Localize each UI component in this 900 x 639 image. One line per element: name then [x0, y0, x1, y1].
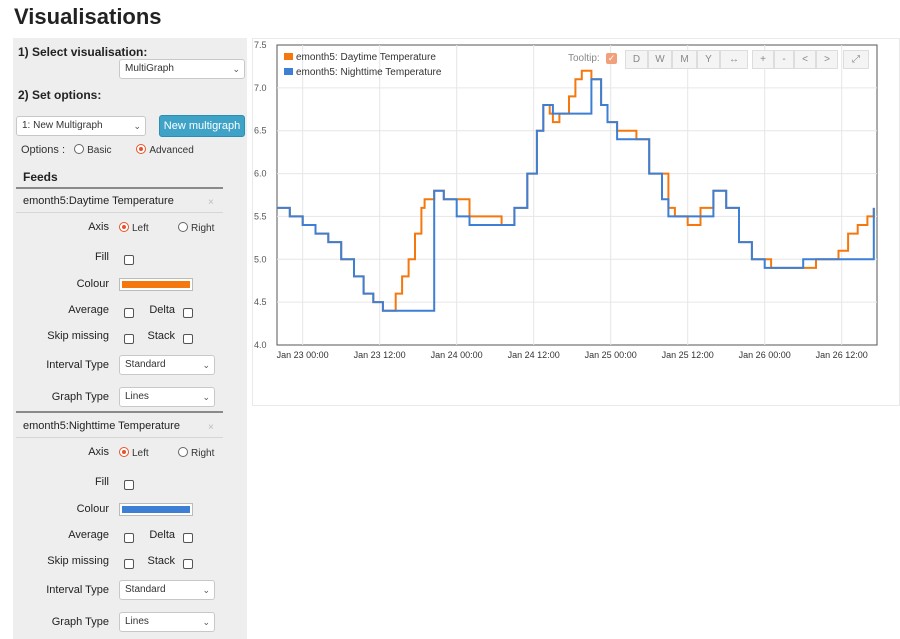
radio-selected-icon[interactable]	[119, 447, 129, 457]
tooltip-checkbox[interactable]: ✓	[606, 53, 617, 64]
options-label: Options :	[21, 144, 66, 156]
multigraph-select-value: 1: New Multigraph	[22, 120, 103, 131]
radio-selected-icon[interactable]	[136, 144, 147, 154]
multigraph-select[interactable]: 1: New Multigraph ⌄	[16, 116, 146, 136]
chevron-down-icon: ⌄	[202, 360, 210, 370]
stack-checkbox[interactable]	[183, 334, 193, 344]
options-panel: 1) Select visualisation: MultiGraph ⌄ 2)…	[13, 38, 247, 639]
visualisation-select-value: MultiGraph	[125, 63, 174, 74]
chevron-down-icon: ⌄	[232, 64, 240, 74]
feeds-divider	[16, 187, 223, 189]
year-button[interactable]: Y	[697, 50, 720, 69]
option-advanced[interactable]: Advanced	[136, 144, 194, 156]
graph-type-label: Graph Type	[51, 616, 109, 628]
delta-label: Delta	[149, 529, 175, 541]
zoom-out-button[interactable]: -	[774, 50, 794, 69]
chevron-down-icon: ⌄	[202, 585, 210, 595]
graph-type-select[interactable]: Lines ⌄	[119, 387, 215, 407]
delta-checkbox[interactable]	[183, 533, 193, 543]
step1-label: 1) Select visualisation:	[18, 45, 148, 59]
feeds-divider	[16, 411, 223, 413]
chevron-down-icon: ⌄	[202, 392, 210, 402]
delta-label: Delta	[149, 304, 175, 316]
colour-label: Colour	[76, 503, 109, 515]
options-row: Options : Basic Advanced	[21, 144, 216, 156]
chevron-down-icon: ⌄	[202, 617, 210, 627]
feed-name: emonth5:Daytime Temperature	[23, 195, 174, 207]
interval-type-label: Interval Type	[46, 359, 109, 371]
visualisation-select[interactable]: MultiGraph ⌄	[119, 59, 245, 79]
legend-item[interactable]: emonth5: Nighttime Temperature	[284, 65, 441, 80]
interval-type-select[interactable]: Standard ⌄	[119, 355, 215, 375]
option-basic[interactable]: Basic	[74, 144, 114, 156]
tooltip-label: Tooltip:	[568, 53, 600, 64]
axis-left-radio[interactable]: Left	[119, 447, 149, 459]
axis-right-radio[interactable]: Right	[178, 447, 214, 459]
feed-divider	[16, 212, 223, 213]
axis-label: Axis	[88, 446, 109, 458]
zoom-in-button[interactable]: +	[752, 50, 774, 69]
feed-name: emonth5:Nighttime Temperature	[23, 420, 180, 432]
page-title: Visualisations	[14, 4, 162, 29]
radio-icon[interactable]	[178, 447, 188, 457]
radio-icon[interactable]	[74, 144, 85, 154]
new-multigraph-button[interactable]: New multigraph	[159, 115, 245, 137]
chart-legend: emonth5: Daytime Temperature emonth5: Ni…	[284, 50, 441, 80]
axis-label: Axis	[88, 221, 109, 233]
graph-type-value: Lines	[125, 391, 149, 402]
radio-selected-icon[interactable]	[119, 222, 129, 232]
month-button[interactable]: M	[672, 50, 697, 69]
interval-type-value: Standard	[125, 359, 166, 370]
pan-left-button[interactable]: <	[794, 50, 816, 69]
pan-right-button[interactable]: >	[816, 50, 838, 69]
week-button[interactable]: W	[648, 50, 672, 69]
close-icon[interactable]: ×	[208, 197, 214, 208]
colour-swatch[interactable]	[119, 503, 193, 516]
legend-swatch	[284, 68, 293, 75]
fill-checkbox[interactable]	[124, 480, 134, 490]
delta-checkbox[interactable]	[183, 308, 193, 318]
colour-fill	[122, 506, 190, 513]
chevron-down-icon: ⌄	[133, 121, 141, 131]
graph-type-label: Graph Type	[51, 391, 109, 403]
axis-left-radio[interactable]: Left	[119, 222, 149, 234]
fill-label: Fill	[94, 251, 109, 263]
chart-container	[252, 38, 900, 406]
graph-type-value: Lines	[125, 616, 149, 627]
colour-label: Colour	[76, 278, 109, 290]
interval-type-label: Interval Type	[46, 584, 109, 596]
legend-item[interactable]: emonth5: Daytime Temperature	[284, 50, 441, 65]
radio-icon[interactable]	[178, 222, 188, 232]
close-icon[interactable]: ×	[208, 422, 214, 433]
interval-type-select[interactable]: Standard ⌄	[119, 580, 215, 600]
fullscreen-icon[interactable]: ⤢	[843, 50, 869, 69]
feeds-title: Feeds	[23, 170, 58, 184]
colour-swatch[interactable]	[119, 278, 193, 291]
fill-label: Fill	[94, 476, 109, 488]
stack-label: Stack	[147, 330, 175, 342]
legend-swatch	[284, 53, 293, 60]
graph-type-select[interactable]: Lines ⌄	[119, 612, 215, 632]
day-button[interactable]: D	[625, 50, 648, 69]
stack-checkbox[interactable]	[183, 559, 193, 569]
expand-horizontal-icon[interactable]: ↔	[720, 50, 748, 69]
step2-label: 2) Set options:	[18, 88, 102, 102]
stack-label: Stack	[147, 555, 175, 567]
fill-checkbox[interactable]	[124, 255, 134, 265]
interval-type-value: Standard	[125, 584, 166, 595]
feed-divider	[16, 437, 223, 438]
colour-fill	[122, 281, 190, 288]
axis-right-radio[interactable]: Right	[178, 222, 214, 234]
